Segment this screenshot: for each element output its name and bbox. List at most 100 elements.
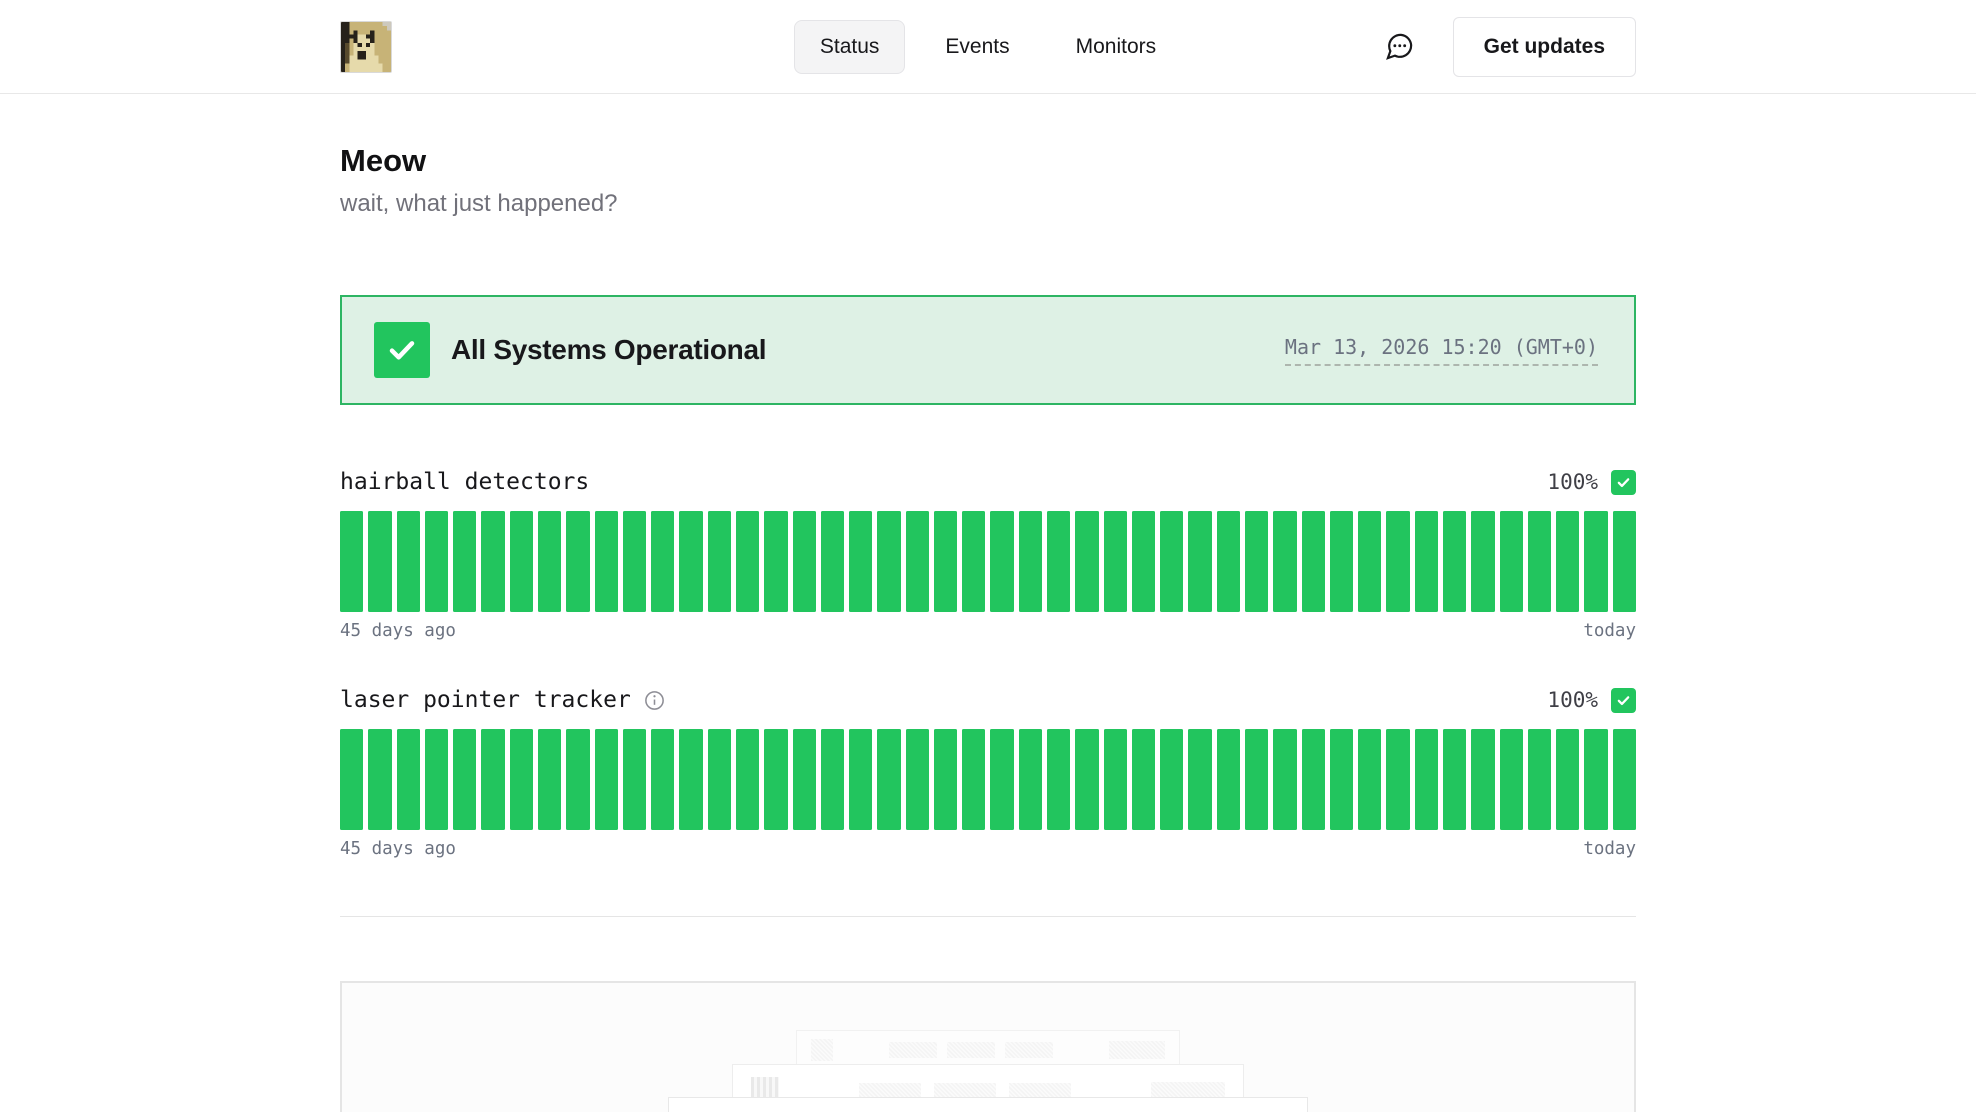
banner-timestamp[interactable]: Mar 13, 2026 15:20 (GMT+0)	[1285, 335, 1598, 366]
uptime-bar[interactable]	[538, 511, 561, 612]
uptime-bar[interactable]	[736, 729, 759, 830]
uptime-bar[interactable]	[538, 729, 561, 830]
uptime-bar[interactable]	[1302, 729, 1325, 830]
uptime-bar[interactable]	[453, 511, 476, 612]
uptime-bar[interactable]	[1217, 511, 1240, 612]
uptime-bar[interactable]	[1160, 511, 1183, 612]
uptime-bar[interactable]	[1273, 729, 1296, 830]
uptime-bar[interactable]	[425, 511, 448, 612]
uptime-bar[interactable]	[962, 729, 985, 830]
uptime-bar[interactable]	[1613, 511, 1636, 612]
uptime-bar[interactable]	[397, 729, 420, 830]
uptime-bar[interactable]	[1471, 729, 1494, 830]
uptime-bar[interactable]	[708, 511, 731, 612]
tab-events[interactable]: Events	[919, 20, 1035, 74]
uptime-bar[interactable]	[906, 729, 929, 830]
uptime-bar[interactable]	[651, 511, 674, 612]
uptime-bar[interactable]	[340, 511, 363, 612]
uptime-bar[interactable]	[736, 511, 759, 612]
uptime-bar[interactable]	[1330, 511, 1353, 612]
uptime-bar[interactable]	[1217, 729, 1240, 830]
surprised-cat-logo[interactable]	[340, 21, 392, 73]
uptime-bar[interactable]	[481, 511, 504, 612]
uptime-bar[interactable]	[1528, 729, 1551, 830]
uptime-bar[interactable]	[990, 511, 1013, 612]
uptime-bar[interactable]	[1104, 511, 1127, 612]
uptime-bar[interactable]	[623, 511, 646, 612]
uptime-bar[interactable]	[1330, 729, 1353, 830]
uptime-bar[interactable]	[1358, 729, 1381, 830]
uptime-bar[interactable]	[1443, 511, 1466, 612]
uptime-bar[interactable]	[1047, 729, 1070, 830]
uptime-bar[interactable]	[849, 729, 872, 830]
uptime-bar[interactable]	[595, 729, 618, 830]
uptime-bar[interactable]	[1047, 511, 1070, 612]
uptime-bar[interactable]	[793, 511, 816, 612]
uptime-bar[interactable]	[1075, 729, 1098, 830]
uptime-bar[interactable]	[566, 729, 589, 830]
uptime-bar[interactable]	[679, 729, 702, 830]
uptime-bar[interactable]	[1019, 511, 1042, 612]
uptime-bar[interactable]	[1245, 511, 1268, 612]
uptime-bar[interactable]	[1386, 511, 1409, 612]
uptime-bar[interactable]	[849, 511, 872, 612]
uptime-bar[interactable]	[566, 511, 589, 612]
uptime-bar[interactable]	[877, 511, 900, 612]
chat-bubble-icon[interactable]	[1384, 31, 1415, 62]
uptime-bar[interactable]	[1104, 729, 1127, 830]
uptime-bar[interactable]	[397, 511, 420, 612]
uptime-bar[interactable]	[962, 511, 985, 612]
tab-status[interactable]: Status	[794, 20, 906, 74]
uptime-bar[interactable]	[425, 729, 448, 830]
uptime-bar[interactable]	[510, 729, 533, 830]
uptime-bar[interactable]	[793, 729, 816, 830]
uptime-bar[interactable]	[1358, 511, 1381, 612]
uptime-bar[interactable]	[1019, 729, 1042, 830]
uptime-bar[interactable]	[1528, 511, 1551, 612]
uptime-bar[interactable]	[340, 729, 363, 830]
uptime-bar[interactable]	[1132, 511, 1155, 612]
uptime-bar[interactable]	[1386, 729, 1409, 830]
uptime-bar[interactable]	[1415, 729, 1438, 830]
uptime-bar[interactable]	[1471, 511, 1494, 612]
uptime-bar[interactable]	[990, 729, 1013, 830]
uptime-bar[interactable]	[368, 511, 391, 612]
uptime-bar[interactable]	[453, 729, 476, 830]
uptime-bar[interactable]	[1273, 511, 1296, 612]
uptime-bar[interactable]	[481, 729, 504, 830]
uptime-bar[interactable]	[1584, 729, 1607, 830]
get-updates-button[interactable]: Get updates	[1453, 17, 1636, 77]
uptime-bar[interactable]	[906, 511, 929, 612]
uptime-bar[interactable]	[1500, 511, 1523, 612]
uptime-bar[interactable]	[1075, 511, 1098, 612]
uptime-bar[interactable]	[1245, 729, 1268, 830]
uptime-bar[interactable]	[1443, 729, 1466, 830]
uptime-bar[interactable]	[877, 729, 900, 830]
uptime-bar[interactable]	[1584, 511, 1607, 612]
uptime-bar[interactable]	[510, 511, 533, 612]
uptime-bar[interactable]	[764, 511, 787, 612]
info-icon[interactable]	[643, 689, 666, 712]
uptime-bar[interactable]	[1415, 511, 1438, 612]
uptime-bar[interactable]	[934, 511, 957, 612]
uptime-bar[interactable]	[708, 729, 731, 830]
uptime-bar[interactable]	[764, 729, 787, 830]
uptime-bar[interactable]	[934, 729, 957, 830]
uptime-bar[interactable]	[1132, 729, 1155, 830]
uptime-bar[interactable]	[1613, 729, 1636, 830]
uptime-bar[interactable]	[1302, 511, 1325, 612]
uptime-bar[interactable]	[1160, 729, 1183, 830]
tab-monitors[interactable]: Monitors	[1050, 20, 1183, 74]
uptime-bar[interactable]	[651, 729, 674, 830]
uptime-bar[interactable]	[1556, 511, 1579, 612]
uptime-bar[interactable]	[595, 511, 618, 612]
uptime-bar[interactable]	[679, 511, 702, 612]
uptime-bar[interactable]	[368, 729, 391, 830]
uptime-bar[interactable]	[821, 511, 844, 612]
uptime-bar[interactable]	[1188, 511, 1211, 612]
uptime-bar[interactable]	[821, 729, 844, 830]
uptime-bar[interactable]	[623, 729, 646, 830]
uptime-bar[interactable]	[1500, 729, 1523, 830]
uptime-bar[interactable]	[1188, 729, 1211, 830]
uptime-bar[interactable]	[1556, 729, 1579, 830]
